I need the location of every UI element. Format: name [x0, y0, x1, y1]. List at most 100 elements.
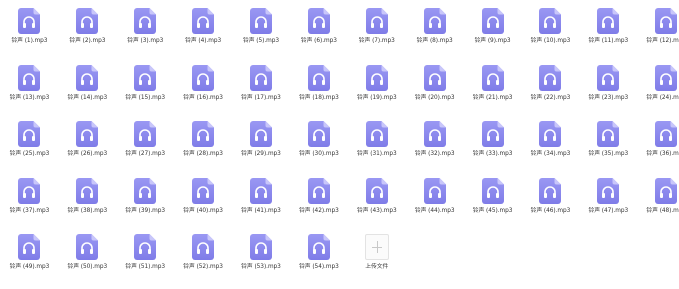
audio-file-icon — [18, 121, 41, 148]
file-item[interactable]: 铃声 (44).mp3 — [406, 176, 464, 233]
file-item[interactable]: 铃声 (37).mp3 — [1, 176, 59, 233]
audio-file-icon — [365, 121, 388, 148]
file-item[interactable]: 铃声 (19).mp3 — [348, 63, 406, 120]
file-name: 铃声 (4).mp3 — [185, 38, 222, 44]
file-name: 铃声 (30).mp3 — [299, 151, 339, 158]
file-name: 铃声 (9).mp3 — [474, 38, 511, 44]
file-item[interactable]: 铃声 (21).mp3 — [464, 63, 522, 120]
file-name: 铃声 (16).mp3 — [183, 94, 223, 101]
file-item[interactable]: 铃声 (4).mp3 — [174, 6, 232, 63]
file-item[interactable]: 铃声 (6).mp3 — [290, 6, 348, 63]
audio-file-icon — [192, 234, 215, 261]
file-item[interactable]: 铃声 (31).mp3 — [348, 119, 406, 176]
file-item[interactable]: 铃声 (34).mp3 — [522, 119, 580, 176]
file-name: 铃声 (52).mp3 — [183, 264, 223, 271]
file-item[interactable]: 铃声 (48).mp3 — [637, 176, 679, 233]
audio-file-icon — [307, 64, 330, 91]
upload-label: 上传文件 — [365, 264, 389, 271]
file-item[interactable]: 铃声 (1).mp3 — [1, 6, 59, 63]
file-item[interactable]: 铃声 (51).mp3 — [116, 232, 174, 289]
file-item[interactable]: 铃声 (41).mp3 — [232, 176, 290, 233]
file-item[interactable]: 铃声 (8).mp3 — [406, 6, 464, 63]
file-item[interactable]: 铃声 (40).mp3 — [174, 176, 232, 233]
file-item[interactable]: 铃声 (46).mp3 — [522, 176, 580, 233]
file-item[interactable]: 铃声 (13).mp3 — [1, 63, 59, 120]
file-item[interactable]: 铃声 (39).mp3 — [116, 176, 174, 233]
audio-file-icon — [481, 8, 504, 34]
file-item[interactable]: 铃声 (30).mp3 — [290, 119, 348, 176]
file-item[interactable]: 铃声 (5).mp3 — [232, 6, 290, 63]
file-name: 铃声 (28).mp3 — [183, 151, 223, 158]
file-name: 铃声 (20).mp3 — [414, 94, 455, 101]
file-item[interactable]: 铃声 (32).mp3 — [406, 119, 464, 176]
file-name: 铃声 (21).mp3 — [472, 94, 513, 101]
file-item[interactable]: 铃声 (42).mp3 — [290, 176, 348, 233]
file-item[interactable]: 铃声 (2).mp3 — [58, 6, 116, 63]
file-name: 铃声 (45).mp3 — [472, 207, 513, 214]
file-item[interactable]: 铃声 (3).mp3 — [116, 6, 174, 63]
file-item[interactable]: 铃声 (38).mp3 — [58, 176, 116, 233]
file-item[interactable]: 铃声 (27).mp3 — [116, 119, 174, 176]
file-item[interactable]: 铃声 (18).mp3 — [290, 63, 348, 120]
file-item[interactable]: 铃声 (22).mp3 — [522, 63, 580, 120]
audio-file-icon — [539, 177, 562, 204]
file-name: 铃声 (14).mp3 — [67, 94, 108, 101]
file-item[interactable]: 铃声 (52).mp3 — [174, 232, 232, 289]
file-name: 铃声 (8).mp3 — [416, 38, 453, 44]
file-item[interactable]: 铃声 (23).mp3 — [579, 63, 637, 120]
file-name: 铃声 (33).mp3 — [472, 151, 513, 158]
audio-file-icon — [76, 8, 99, 34]
file-item[interactable]: 铃声 (28).mp3 — [174, 119, 232, 176]
file-name: 铃声 (42).mp3 — [299, 207, 339, 214]
file-item[interactable]: 铃声 (45).mp3 — [464, 176, 522, 233]
file-item[interactable]: 铃声 (11).mp3 — [579, 6, 637, 63]
audio-file-icon — [134, 121, 157, 148]
file-item[interactable]: 铃声 (43).mp3 — [348, 176, 406, 233]
file-name: 铃声 (13).mp3 — [9, 94, 50, 101]
file-item[interactable]: 铃声 (7).mp3 — [348, 6, 406, 63]
file-name: 铃声 (36).mp3 — [646, 151, 679, 158]
file-item[interactable]: 铃声 (15).mp3 — [116, 63, 174, 120]
audio-file-icon — [250, 8, 272, 34]
file-name: 铃声 (12).mp3 — [646, 38, 679, 44]
audio-file-icon — [423, 8, 446, 34]
file-item[interactable]: 铃声 (35).mp3 — [579, 119, 637, 176]
file-item[interactable]: 铃声 (26).mp3 — [58, 119, 116, 176]
file-item[interactable]: 铃声 (53).mp3 — [232, 232, 290, 289]
audio-file-icon — [134, 64, 157, 91]
file-item[interactable]: 铃声 (12).mp3 — [637, 6, 679, 63]
file-name: 铃声 (49).mp3 — [9, 264, 50, 271]
file-name: 铃声 (44).mp3 — [414, 207, 455, 214]
file-item[interactable]: 铃声 (49).mp3 — [1, 232, 59, 289]
file-item[interactable]: 铃声 (16).mp3 — [174, 63, 232, 120]
file-item[interactable]: 铃声 (14).mp3 — [58, 63, 116, 120]
file-item[interactable]: 铃声 (10).mp3 — [522, 6, 580, 63]
audio-file-icon — [423, 64, 446, 91]
audio-file-icon — [655, 64, 678, 91]
file-name: 铃声 (54).mp3 — [299, 264, 339, 271]
file-item[interactable]: 铃声 (36).mp3 — [637, 119, 679, 176]
upload-file-button[interactable]: 上传文件 — [348, 232, 406, 289]
audio-file-icon — [597, 177, 620, 204]
file-name: 铃声 (10).mp3 — [530, 38, 571, 44]
file-item[interactable]: 铃声 (29).mp3 — [232, 119, 290, 176]
audio-file-icon — [18, 177, 41, 204]
file-item[interactable]: 铃声 (9).mp3 — [464, 6, 522, 63]
file-name: 铃声 (7).mp3 — [358, 38, 395, 44]
audio-file-icon — [539, 121, 562, 148]
file-item[interactable]: 铃声 (20).mp3 — [406, 63, 464, 120]
audio-file-icon — [18, 8, 41, 34]
file-name: 铃声 (11).mp3 — [588, 38, 629, 44]
file-item[interactable]: 铃声 (25).mp3 — [1, 119, 59, 176]
file-item[interactable]: 铃声 (17).mp3 — [232, 63, 290, 120]
audio-file-icon — [481, 177, 504, 204]
file-item[interactable]: 铃声 (24).mp3 — [637, 63, 679, 120]
file-item[interactable]: 铃声 (47).mp3 — [579, 176, 637, 233]
file-item[interactable]: 铃声 (54).mp3 — [290, 232, 348, 289]
audio-file-icon — [192, 121, 215, 148]
file-name: 铃声 (39).mp3 — [125, 207, 166, 214]
file-name: 铃声 (18).mp3 — [299, 94, 339, 101]
file-item[interactable]: 铃声 (50).mp3 — [58, 232, 116, 289]
file-item[interactable]: 铃声 (33).mp3 — [464, 119, 522, 176]
audio-file-icon — [18, 234, 41, 261]
